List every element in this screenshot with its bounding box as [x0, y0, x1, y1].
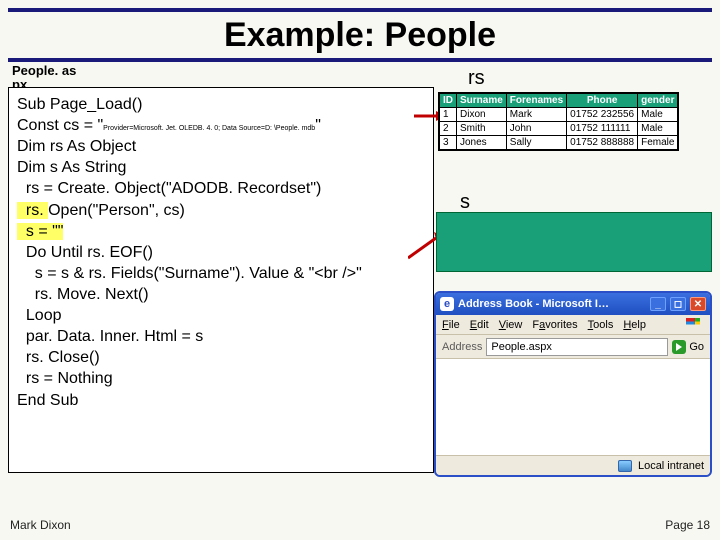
th-id: ID [439, 93, 457, 108]
close-button[interactable]: ✕ [690, 297, 706, 311]
code-line-2-post: " [315, 117, 321, 134]
address-field[interactable]: People.aspx [486, 338, 668, 356]
code-line-13: rs. Close() [17, 349, 100, 366]
code-line-8: Do Until rs. EOF() [17, 244, 153, 261]
menu-view[interactable]: View [499, 319, 523, 331]
windows-flag-icon [686, 318, 704, 332]
title-rule-bottom [8, 58, 712, 62]
menu-file[interactable]: File [442, 319, 460, 331]
code-line-6-hl: rs. [17, 202, 48, 219]
ie-titlebar[interactable]: e Address Book - Microsoft I… _ ◻ ✕ [436, 293, 710, 315]
code-line-7: s = "" [17, 223, 63, 240]
code-line-2-pre: Const cs = " [17, 117, 103, 134]
footer-author: Mark Dixon [10, 518, 71, 532]
table-row: 3 Jones Sally 01752 888888 Female [439, 136, 678, 151]
code-line-9: s = s & rs. Fields("Surname"). Value & "… [17, 265, 362, 282]
code-line-1: Sub Page_Load() [17, 96, 142, 113]
s-label: s [460, 191, 470, 214]
ie-content-area [436, 359, 710, 455]
th-forenames: Forenames [506, 93, 566, 108]
go-button[interactable]: Go [672, 340, 704, 354]
code-line-10: rs. Move. Next() [17, 286, 149, 303]
ie-window: e Address Book - Microsoft I… _ ◻ ✕ File… [434, 291, 712, 477]
code-line-14: rs = Nothing [17, 370, 113, 387]
code-line-11: Loop [17, 307, 61, 324]
code-line-12: par. Data. Inner. Html = s [17, 328, 203, 345]
th-gender: gender [638, 93, 679, 108]
menu-tools[interactable]: Tools [588, 319, 614, 331]
rs-label: rs [468, 67, 485, 90]
menu-help[interactable]: Help [623, 319, 646, 331]
code-box: Sub Page_Load() Const cs = "Provider=Mic… [8, 87, 434, 473]
address-label: Address [442, 341, 482, 353]
minimize-button[interactable]: _ [650, 297, 666, 311]
code-line-15: End Sub [17, 392, 78, 409]
s-box [436, 212, 712, 272]
footer-page: Page 18 [665, 518, 710, 532]
table-row: 1 Dixon Mark 01752 232556 Male [439, 108, 678, 122]
table-row: 2 Smith John 01752 111111 Male [439, 122, 678, 136]
slide-title: Example: People [0, 12, 720, 61]
code-line-2-conn: Provider=Microsoft. Jet. OLEDB. 4. 0; Da… [103, 125, 315, 132]
code-line-6-rest: Open("Person", cs) [48, 202, 185, 219]
menu-edit[interactable]: Edit [470, 319, 489, 331]
table-header-row: ID Surname Forenames Phone gender [439, 93, 678, 108]
maximize-button[interactable]: ◻ [670, 297, 686, 311]
code-line-5: rs = Create. Object("ADODB. Recordset") [17, 180, 321, 197]
ie-menubar: File Edit View Favorites Tools Help [436, 315, 710, 335]
ie-address-bar: Address People.aspx Go [436, 335, 710, 359]
th-phone: Phone [567, 93, 638, 108]
ie-app-icon: e [440, 297, 454, 311]
zone-icon [618, 460, 632, 472]
ie-status-bar: Local intranet [436, 455, 710, 475]
go-label: Go [689, 341, 704, 353]
ie-title-text: Address Book - Microsoft I… [458, 298, 609, 310]
rs-table: ID Surname Forenames Phone gender 1 Dixo… [438, 92, 679, 151]
code-line-4: Dim s As String [17, 159, 126, 176]
status-text: Local intranet [638, 460, 704, 472]
th-surname: Surname [457, 93, 507, 108]
address-text: People.aspx [491, 341, 552, 353]
go-arrow-icon [672, 340, 686, 354]
menu-favorites[interactable]: Favorites [532, 319, 577, 331]
code-line-3: Dim rs As Object [17, 138, 136, 155]
